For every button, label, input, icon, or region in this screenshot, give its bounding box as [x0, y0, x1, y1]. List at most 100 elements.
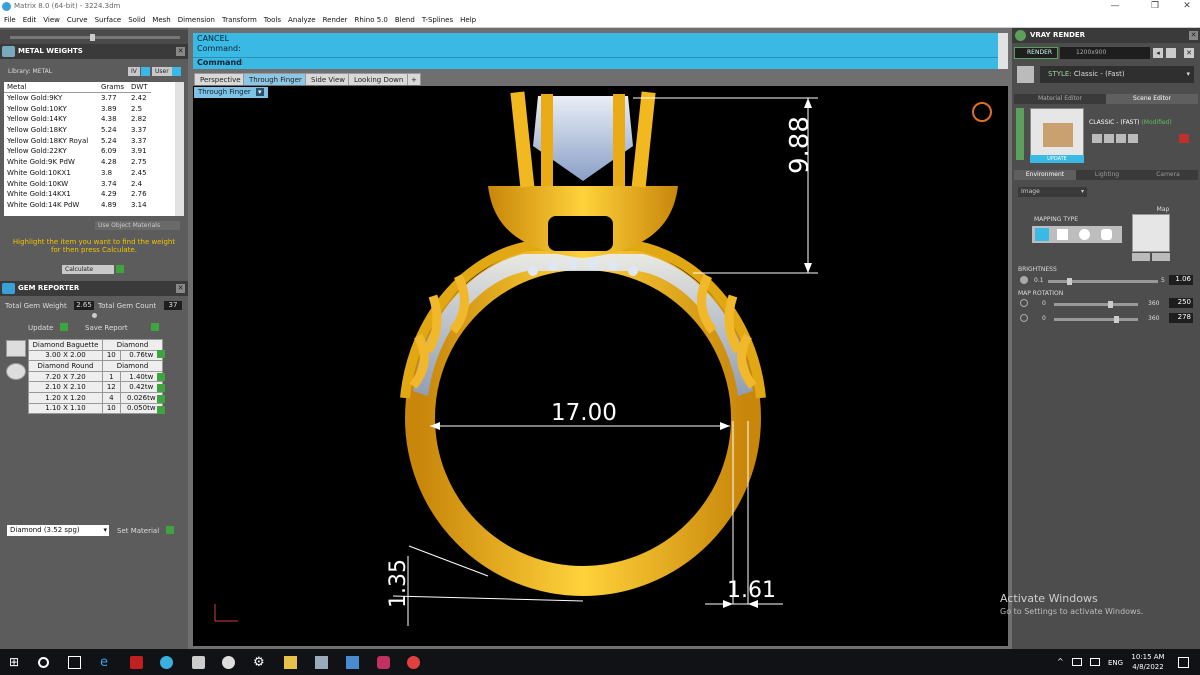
tab-camera[interactable]: Camera: [1138, 170, 1198, 180]
rotation-knob-2[interactable]: [1114, 316, 1119, 323]
mapping-cylinder-icon[interactable]: [1101, 229, 1112, 240]
menu-tsplines[interactable]: T-Splines: [418, 14, 456, 24]
app-icon[interactable]: [315, 656, 328, 669]
table-row[interactable]: 1.20 X 1.20 4 0.026tw: [28, 391, 164, 404]
map-clear-icon[interactable]: [1152, 253, 1170, 261]
menu-tools[interactable]: Tools: [260, 14, 284, 24]
menu-render[interactable]: Render: [319, 14, 351, 24]
rotation-slider-2[interactable]: [1054, 318, 1138, 321]
map-thumbnail[interactable]: [1132, 214, 1170, 252]
save-report-button[interactable]: Save Report: [85, 324, 128, 332]
tab-perspective[interactable]: Perspective: [194, 73, 247, 85]
render-options-icon[interactable]: [1166, 48, 1176, 58]
command-input[interactable]: [243, 59, 998, 68]
menu-blend[interactable]: Blend: [391, 14, 418, 24]
calculate-go-icon[interactable]: [116, 265, 124, 273]
select-gem-icon[interactable]: [157, 395, 165, 403]
close-button[interactable]: ✕: [1176, 1, 1198, 13]
table-row[interactable]: White Gold:10KX1 3.8 2.45: [4, 168, 151, 179]
library-toggle-icon[interactable]: [141, 67, 150, 76]
windows-start-icon[interactable]: ⊞: [9, 656, 22, 669]
menu-surface[interactable]: Surface: [91, 14, 125, 24]
volume-icon[interactable]: [1090, 658, 1100, 666]
chrome-icon[interactable]: [407, 656, 420, 669]
clock-date[interactable]: 4/8/2022: [1130, 663, 1166, 671]
close-icon[interactable]: ✕: [1184, 48, 1194, 58]
settings-icon[interactable]: ⚙: [253, 656, 266, 669]
command-line[interactable]: Command:: [193, 57, 1008, 69]
table-row[interactable]: White Gold:14KX1 4.29 2.76: [4, 189, 151, 200]
table-row[interactable]: 1.10 X 1.10 10 0.050tw: [28, 402, 164, 415]
matrix-icon[interactable]: [160, 656, 173, 669]
material-select[interactable]: Diamond (3.52 spg) ▾: [7, 525, 109, 536]
edge-icon[interactable]: e: [100, 656, 113, 669]
table-row[interactable]: Yellow Gold:22KY 6.09 3.91: [4, 146, 151, 157]
menu-mesh[interactable]: Mesh: [148, 14, 173, 24]
table-row[interactable]: 3.00 X 2.00 10 0.76tw: [28, 349, 164, 362]
mapping-sphere-icon[interactable]: [1079, 229, 1090, 240]
rotation-slider-1[interactable]: [1054, 303, 1138, 306]
viewport-label[interactable]: Through Finger ▾: [194, 87, 268, 98]
close-icon[interactable]: ✕: [1189, 31, 1198, 40]
menu-view[interactable]: View: [39, 14, 63, 24]
clock-time[interactable]: 10:15 AM: [1130, 653, 1166, 661]
prev-icon[interactable]: ◂: [1153, 48, 1163, 58]
scene-update-button[interactable]: UPDATE: [1030, 155, 1084, 163]
mapping-planar-icon[interactable]: [1035, 228, 1049, 241]
select-gem-icon[interactable]: [157, 406, 165, 414]
update-go-icon[interactable]: [60, 323, 68, 331]
use-object-materials-checkbox[interactable]: Use Object Materials: [95, 221, 180, 230]
table-row[interactable]: Yellow Gold:14KY 4.38 2.82: [4, 114, 151, 125]
map-load-icon[interactable]: [1132, 253, 1150, 261]
style-select[interactable]: STYLE: Classic - (Fast) ▾: [1040, 66, 1194, 83]
table-scrollbar[interactable]: [175, 82, 184, 216]
save-report-go-icon[interactable]: [151, 323, 159, 331]
table-row[interactable]: Yellow Gold:9KY 3.77 2.42: [4, 93, 151, 104]
chevron-up-icon[interactable]: ^: [1057, 657, 1064, 666]
resolution-field[interactable]: 1200x900: [1060, 47, 1150, 59]
rotation-value-1[interactable]: 250: [1169, 298, 1193, 308]
brightness-value[interactable]: 1.06: [1169, 275, 1193, 285]
tab-environment[interactable]: Environment: [1014, 170, 1076, 180]
library-user-button[interactable]: User: [152, 67, 172, 76]
select-gem-icon[interactable]: [157, 373, 165, 381]
tab-scene-editor[interactable]: Scene Editor: [1106, 94, 1198, 104]
command-cancel[interactable]: CANCEL: [197, 34, 229, 43]
viewport-through-finger[interactable]: 9.88 17.00 1.35 1.61: [193, 86, 1008, 646]
scene-side-tab[interactable]: [1016, 108, 1024, 160]
rotation-knob-1[interactable]: [1108, 301, 1113, 308]
menu-file[interactable]: File: [0, 14, 19, 24]
minimize-button[interactable]: —: [1104, 1, 1126, 13]
update-button[interactable]: Update: [28, 324, 53, 332]
tab-through-finger[interactable]: Through Finger: [243, 73, 308, 85]
set-material-button[interactable]: Set Material: [117, 527, 159, 535]
language-indicator[interactable]: ENG: [1108, 659, 1123, 667]
brightness-slider[interactable]: [1048, 280, 1158, 283]
brightness-knob[interactable]: [1067, 278, 1072, 285]
tab-lighting[interactable]: Lighting: [1076, 170, 1138, 180]
command-scrollbar[interactable]: [998, 33, 1008, 69]
scene-paste-icon[interactable]: [1128, 134, 1138, 143]
folder-icon[interactable]: [284, 656, 297, 669]
splitter-knob-2[interactable]: [92, 313, 97, 318]
user-toggle-icon[interactable]: [172, 67, 181, 76]
select-gem-icon[interactable]: [157, 350, 165, 358]
search-icon[interactable]: [38, 657, 49, 668]
menu-transform[interactable]: Transform: [218, 14, 260, 24]
table-row[interactable]: White Gold:9K PdW 4.28 2.75: [4, 157, 151, 168]
render-button[interactable]: RENDER: [1014, 47, 1058, 59]
scene-delete-icon[interactable]: [1179, 134, 1189, 143]
table-row[interactable]: 2.10 X 2.10 12 0.42tw: [28, 381, 164, 393]
tab-material-editor[interactable]: Material Editor: [1014, 94, 1106, 104]
scene-save-icon[interactable]: [1092, 134, 1102, 143]
calculate-button[interactable]: Calculate: [62, 265, 114, 274]
tab-side-view[interactable]: Side View: [305, 73, 351, 85]
app-icon[interactable]: [192, 656, 205, 669]
network-icon[interactable]: [1072, 658, 1082, 666]
app-icon[interactable]: [346, 656, 359, 669]
mapping-box-icon[interactable]: [1057, 229, 1068, 240]
tab-looking-down[interactable]: Looking Down: [348, 73, 410, 85]
rhino-icon[interactable]: [222, 656, 235, 669]
rotation-value-2[interactable]: 278: [1169, 313, 1193, 323]
menu-help[interactable]: Help: [456, 14, 479, 24]
